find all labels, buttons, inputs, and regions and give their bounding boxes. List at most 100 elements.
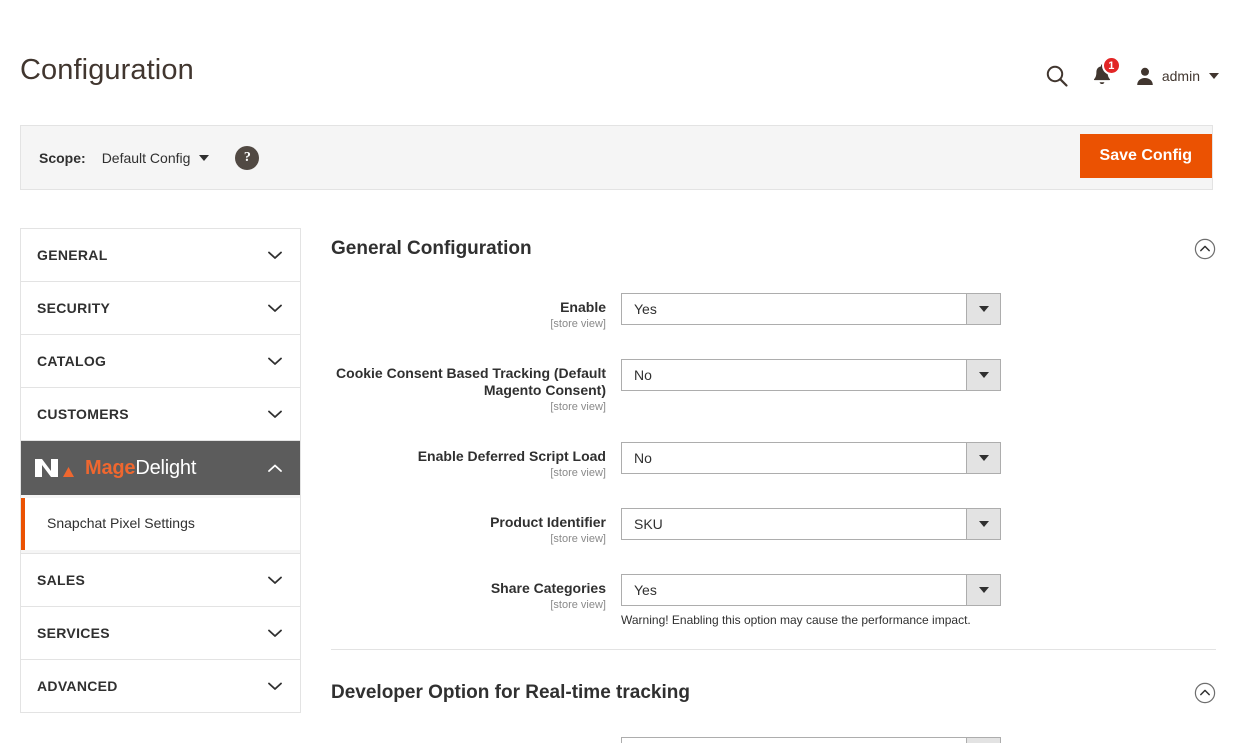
- page-title: Configuration: [20, 54, 194, 86]
- chevron-down-icon: [966, 360, 1000, 391]
- field-label-wrap: Enable Deferred Script Load [store view]: [331, 442, 621, 479]
- field-control-wrap: No: [621, 442, 1001, 475]
- sidebar-item-label: SALES: [37, 572, 86, 588]
- scope-selected-value: Default Config: [101, 149, 191, 166]
- admin-configuration-page: Configuration 1 admin Scope: Default Con…: [0, 0, 1233, 743]
- chevron-down-icon: [268, 304, 282, 313]
- field-label-wrap: Cookie Consent Based Tracking (Default M…: [331, 359, 621, 413]
- sidebar-subnav: Snapchat Pixel Settings: [21, 495, 300, 554]
- field-enable-deferred-script-load: Enable Deferred Script Load [store view]…: [331, 442, 1216, 479]
- magedelight-brand: MageDelight: [33, 455, 268, 481]
- sidebar-item-label: CUSTOMERS: [37, 406, 129, 422]
- field-label: Enable Deferred Script Load: [417, 448, 606, 465]
- share-categories-warning-note: Warning! Enabling this option may cause …: [621, 613, 971, 628]
- save-config-button[interactable]: Save Config: [1079, 134, 1212, 178]
- select-value: No: [634, 367, 652, 384]
- chevron-down-icon: [966, 509, 1000, 540]
- field-label-wrap: Enable [store view]: [331, 293, 621, 330]
- field-scope-label: [store view]: [550, 401, 606, 414]
- circle-chevron-up-icon[interactable]: [1194, 682, 1216, 704]
- sidebar-item-label: ADVANCED: [37, 678, 118, 694]
- chevron-down-icon: [966, 575, 1000, 606]
- scope-label: Scope:: [39, 149, 86, 166]
- sidebar-item-general[interactable]: GENERAL: [21, 228, 300, 282]
- user-avatar-icon: [1135, 66, 1155, 86]
- sidebar-item-label: SERVICES: [37, 625, 110, 641]
- field-control-wrap: Yes: [621, 293, 1001, 325]
- section-title: Developer Option for Real-time tracking: [331, 682, 690, 704]
- chevron-down-icon: [966, 443, 1000, 474]
- field-control-wrap: Yes: [621, 737, 1001, 743]
- admin-user-name: admin: [1161, 68, 1200, 84]
- product-identifier-select[interactable]: SKU: [621, 508, 1001, 541]
- sidebar-item-label: CATALOG: [37, 353, 107, 369]
- chevron-down-icon: [268, 410, 282, 419]
- chevron-down-icon: [268, 682, 282, 691]
- sidebar-item-advanced[interactable]: ADVANCED: [21, 659, 300, 713]
- select-value: Yes: [634, 582, 657, 599]
- content-area: GENERAL SECURITY CATALOG CUSTOMERS MageD…: [0, 205, 1233, 743]
- field-label: Enable: [560, 299, 606, 315]
- field-scope-label: [store view]: [550, 599, 606, 612]
- sidebar-item-services[interactable]: SERVICES: [21, 606, 300, 660]
- chevron-down-icon: [268, 251, 282, 260]
- page-header: Configuration 1 admin: [0, 0, 1233, 110]
- section-header-developer-option[interactable]: Developer Option for Real-time tracking: [331, 672, 1216, 714]
- select-value: SKU: [634, 516, 663, 533]
- field-scope-label: [store view]: [550, 467, 606, 480]
- chevron-down-icon: [1209, 73, 1219, 79]
- field-enable: Enable [store view] Yes: [331, 293, 1216, 330]
- field-control-wrap: SKU: [621, 508, 1001, 541]
- magedelight-logo-icon: [33, 455, 75, 481]
- admin-user-menu[interactable]: admin: [1135, 66, 1219, 86]
- field-label-wrap: Share Categories [store view]: [331, 574, 621, 611]
- help-icon[interactable]: ?: [235, 145, 260, 170]
- sidebar-item-label: GENERAL: [37, 247, 108, 263]
- config-sidebar-nav: GENERAL SECURITY CATALOG CUSTOMERS MageD…: [20, 228, 301, 713]
- sidebar-item-catalog[interactable]: CATALOG: [21, 334, 300, 388]
- chevron-down-icon: [199, 154, 210, 161]
- scope-selector[interactable]: Default Config: [102, 150, 210, 166]
- chevron-down-icon: [966, 294, 1000, 324]
- brand-primary-text: Mage: [85, 457, 136, 479]
- field-label: Product Identifier: [490, 514, 606, 531]
- field-control-wrap: No: [621, 359, 1001, 392]
- field-scope-label: [store view]: [550, 533, 606, 546]
- sidebar-item-magedelight[interactable]: MageDelight: [21, 441, 300, 495]
- chevron-down-icon: [268, 357, 282, 366]
- field-control-wrap: Yes Warning! Enabling this option may ca…: [621, 574, 1001, 627]
- field-label-wrap: Product Identifier [store view]: [331, 508, 621, 545]
- select-value: No: [634, 450, 652, 467]
- enable-logs-select[interactable]: Yes: [621, 737, 1001, 743]
- field-scope-label: [store view]: [550, 318, 606, 331]
- magedelight-wordmark: MageDelight: [85, 458, 196, 478]
- field-enable-logs: Enable Logs [store view] Yes: [331, 737, 1216, 743]
- sidebar-item-sales[interactable]: SALES: [21, 553, 300, 607]
- sidebar-item-snapchat-pixel-settings[interactable]: Snapchat Pixel Settings: [21, 498, 300, 550]
- deferred-script-load-select[interactable]: No: [621, 442, 1001, 475]
- chevron-down-icon: [268, 629, 282, 638]
- sidebar-subitem-label: Snapchat Pixel Settings: [47, 515, 195, 531]
- field-label-wrap: Enable Logs [store view]: [331, 737, 621, 743]
- field-cookie-consent-based-tracking: Cookie Consent Based Tracking (Default M…: [331, 359, 1216, 413]
- chevron-down-icon: [966, 738, 1000, 743]
- section-header-general-configuration[interactable]: General Configuration: [331, 228, 1216, 270]
- sidebar-item-security[interactable]: SECURITY: [21, 281, 300, 335]
- section-title: General Configuration: [331, 238, 532, 259]
- scope-bar: Scope: Default Config ? Save Config: [20, 125, 1213, 190]
- share-categories-select[interactable]: Yes: [621, 574, 1001, 607]
- sidebar-item-label: SECURITY: [37, 300, 111, 316]
- field-label: Share Categories: [490, 580, 606, 597]
- notification-count-badge: 1: [1101, 56, 1121, 75]
- notifications-button[interactable]: 1: [1079, 56, 1125, 94]
- select-value: Yes: [634, 301, 657, 317]
- cookie-consent-select[interactable]: No: [621, 359, 1001, 392]
- search-icon[interactable]: [1035, 58, 1079, 94]
- field-label: Cookie Consent Based Tracking (Default M…: [336, 365, 606, 399]
- sidebar-item-customers[interactable]: CUSTOMERS: [21, 387, 300, 441]
- chevron-up-icon: [268, 464, 282, 473]
- config-main-panel: General Configuration Enable [store view…: [331, 228, 1216, 743]
- circle-chevron-up-icon[interactable]: [1194, 238, 1216, 260]
- field-share-categories: Share Categories [store view] Yes Warnin…: [331, 574, 1216, 627]
- enable-select[interactable]: Yes: [621, 293, 1001, 325]
